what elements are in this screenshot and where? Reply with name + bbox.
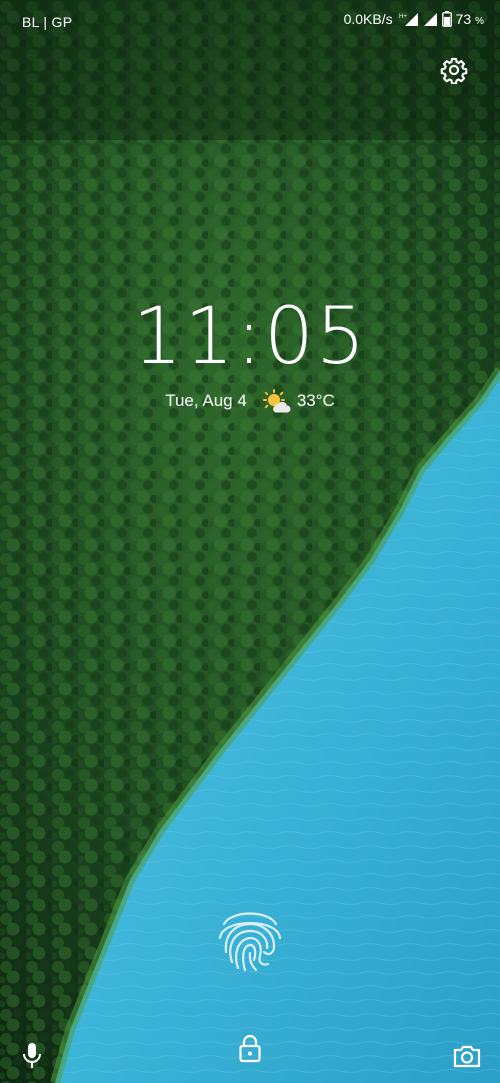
battery-icon	[441, 11, 452, 27]
lock-icon[interactable]	[235, 1033, 265, 1063]
network-speed: 0.0KB/s	[343, 11, 393, 27]
temperature-label: 33°C	[296, 391, 335, 410]
date-label: Tue, Aug 4	[165, 391, 247, 410]
date-weather-row: Tue, Aug 4 33°C	[0, 388, 500, 414]
gear-icon[interactable]	[440, 56, 468, 84]
signal-strength-icon: H+	[399, 13, 418, 26]
lock-screen: BL | GP 0.0KB/s H+ 73 % 11:05 Tue, Aug 4	[0, 0, 500, 1083]
signal-strength-2-icon	[423, 13, 437, 26]
battery-percentage: 73 %	[455, 11, 484, 27]
partly-cloudy-icon	[262, 389, 291, 413]
carrier-label: BL | GP	[22, 14, 73, 30]
status-bar: BL | GP 0.0KB/s H+ 73 %	[0, 0, 500, 44]
status-indicators: 0.0KB/s H+ 73 %	[344, 11, 484, 27]
network-type-label: H+	[399, 14, 407, 20]
camera-icon[interactable]	[452, 1041, 482, 1071]
lock-clock: 11:05	[132, 292, 368, 382]
microphone-icon[interactable]	[17, 1040, 47, 1070]
fingerprint-icon[interactable]	[212, 900, 288, 976]
